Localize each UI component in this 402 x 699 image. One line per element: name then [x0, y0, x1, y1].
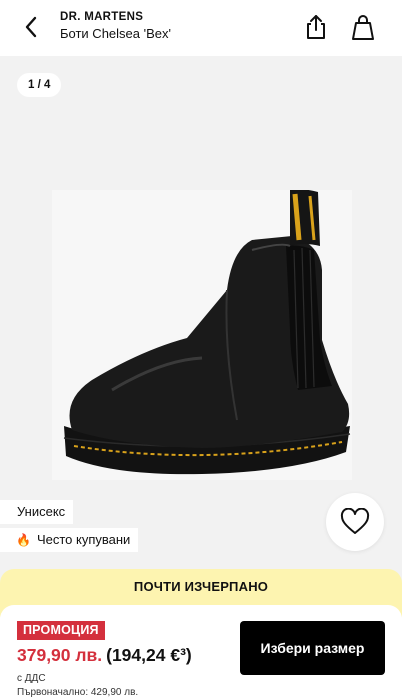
shopping-bag-button[interactable] [350, 13, 376, 41]
back-button[interactable] [18, 14, 44, 40]
share-icon [307, 15, 325, 39]
shopping-bag-icon [352, 15, 374, 40]
heart-icon [340, 508, 370, 534]
price-row: 379,90 лв. (194,24 €³) [17, 645, 192, 666]
image-counter: 1 / 4 [17, 73, 62, 97]
wishlist-button[interactable] [326, 493, 384, 551]
fire-icon: 🔥 [16, 533, 31, 547]
price-eur: (194,24 €³) [106, 645, 192, 665]
vat-note: с ДДС [17, 673, 46, 684]
purchase-panel: ПРОМОЦИЯ 379,90 лв. (194,24 €³) с ДДС Пър… [0, 605, 402, 699]
frequently-bought-label: Често купувани [36, 532, 131, 547]
share-button[interactable] [304, 14, 328, 40]
product-image-gallery[interactable]: 1 / 4 [0, 56, 402, 570]
unisex-tag: Унисекс [0, 500, 74, 524]
current-price: 379,90 лв. [17, 645, 103, 665]
boot-image [63, 190, 351, 475]
product-title: Боти Chelsea 'Bex' [60, 26, 171, 41]
select-size-button[interactable]: Избери размер [240, 621, 385, 675]
promotion-badge: ПРОМОЦИЯ [17, 621, 105, 640]
frequently-bought-tag: 🔥 Често купувани [0, 528, 139, 552]
chevron-left-icon [25, 16, 37, 38]
original-price: Първоначално: 429,90 лв. [17, 687, 139, 698]
product-image[interactable] [52, 190, 352, 480]
top-bar: DR. MARTENS Боти Chelsea 'Bex' [0, 0, 402, 56]
brand-name[interactable]: DR. MARTENS [60, 11, 143, 23]
